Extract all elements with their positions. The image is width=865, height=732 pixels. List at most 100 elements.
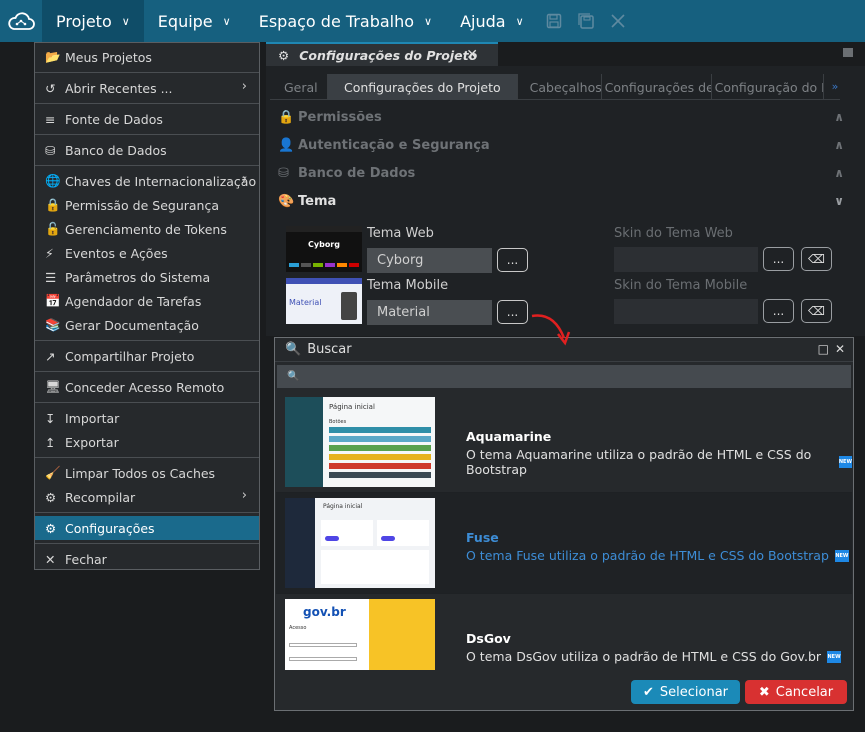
section-banco-de-dados[interactable]: ⛁ Banco de Dados ∧	[278, 162, 844, 184]
menu-item-parametros-sistema[interactable]: ☰ Parâmetros do Sistema	[35, 265, 259, 289]
search-icon: 🔍	[287, 371, 300, 382]
menu-item-permissao-seguranca[interactable]: 🔒 Permissão de Segurança	[35, 193, 259, 217]
import-icon: ↧	[45, 410, 56, 426]
share-icon: ↗	[45, 348, 56, 364]
menu-item-compartilhar-projeto[interactable]: ↗ Compartilhar Projeto	[35, 344, 259, 368]
aquamarine-thumbnail: Página inicial Botões	[285, 397, 435, 487]
skin-mobile-label: Skin do Tema Mobile	[614, 278, 748, 293]
skin-mobile-clear-eraser-icon[interactable]: ⌫	[801, 299, 832, 323]
panel-menu-icon[interactable]	[843, 48, 853, 57]
chevron-down-icon: ∨	[424, 14, 433, 28]
chevron-down-icon: ∨	[121, 14, 130, 28]
gear-icon: ⚙	[278, 47, 290, 63]
tema-mobile-browse-button[interactable]: ...	[497, 300, 528, 324]
database-icon: ⛁	[278, 165, 289, 181]
new-badge-icon: NEW	[838, 456, 852, 468]
menu-item-chaves-internacionalizacao[interactable]: 🌐 Chaves de Internacionalização ›	[35, 169, 259, 193]
theme-list: Página inicial Botões Aquamarine O tema …	[276, 392, 852, 670]
section-permissoes[interactable]: 🔒 Permissões ∧	[278, 106, 844, 128]
save-all-icon[interactable]	[570, 0, 602, 42]
menu-item-fechar[interactable]: ✕ Fechar	[35, 547, 259, 571]
tema-web-browse-button[interactable]: ...	[497, 248, 528, 272]
translate-icon: 🌐	[45, 173, 61, 188]
fuse-thumbnail: Página inicial	[285, 498, 435, 588]
search-icon: 🔍	[285, 342, 302, 357]
tabs-more-icon[interactable]: »	[824, 74, 839, 99]
menu-item-meus-projetos[interactable]: 📂 Meus Projetos	[35, 45, 259, 69]
menu-item-importar[interactable]: ↧ Importar	[35, 406, 259, 430]
menu-item-exportar[interactable]: ↥ Exportar	[35, 430, 259, 454]
menu-item-banco-de-dados[interactable]: ⛁ Banco de Dados	[35, 138, 259, 162]
dsgov-desc: O tema DsGov utiliza o padrão de HTML e …	[466, 649, 842, 664]
menu-item-configuracoes[interactable]: ⚙ Configurações	[35, 516, 259, 540]
close-icon[interactable]	[602, 0, 634, 42]
tab-configuracoes-de[interactable]: Configurações de ...	[602, 74, 712, 100]
tab-configuracao-do-p[interactable]: Configuração do P...	[712, 74, 824, 100]
menu-item-fonte-de-dados[interactable]: ≡ Fonte de Dados	[35, 107, 259, 131]
chevron-down-icon: ∨	[222, 14, 231, 28]
list-item-aquamarine[interactable]: Página inicial Botões Aquamarine O tema …	[276, 392, 852, 493]
chevron-down-icon: ∨	[834, 194, 844, 208]
broom-icon: 🧹	[45, 465, 61, 480]
menu-item-recompilar[interactable]: ⚙ Recompilar ›	[35, 485, 259, 509]
close-modal-icon[interactable]: ✕	[835, 342, 845, 356]
list-item-fuse[interactable]: Página inicial Fuse O tema Fuse utiliza …	[276, 493, 852, 594]
menu-item-gerar-documentacao[interactable]: 📚 Gerar Documentação	[35, 313, 259, 337]
data-source-icon: ≡	[45, 111, 56, 127]
cyborg-theme-thumbnail: Cyborg	[286, 226, 362, 272]
tema-mobile-field[interactable]: Material	[367, 300, 492, 325]
section-tema[interactable]: 🎨 Tema ∨	[278, 190, 844, 212]
calendar-icon: 📅	[45, 293, 61, 308]
list-item-dsgov[interactable]: gov.br Acesso DsGov O tema DsGov utiliza…	[276, 594, 852, 670]
cancelar-button[interactable]: ✖ Cancelar	[745, 680, 847, 704]
skin-mobile-browse-button[interactable]: ...	[763, 299, 794, 323]
chevron-right-icon: ›	[241, 488, 247, 503]
menu-item-eventos-acoes[interactable]: ⚡ Eventos e Ações	[35, 241, 259, 265]
lock-icon: 🔒	[278, 109, 295, 125]
menu-item-agendador-tarefas[interactable]: 📅 Agendador de Tarefas	[35, 289, 259, 313]
fuse-desc: O tema Fuse utiliza o padrão de HTML e C…	[466, 548, 849, 563]
new-badge-icon: NEW	[827, 650, 842, 663]
skin-web-browse-button[interactable]: ...	[763, 247, 794, 271]
tab-geral[interactable]: Geral	[270, 74, 328, 100]
gear-icon: ⚙	[45, 520, 57, 536]
aquamarine-desc: O tema Aquamarine utiliza o padrão de HT…	[466, 447, 852, 477]
material-theme-thumbnail: Material	[286, 278, 362, 324]
folder-open-icon: 📂	[45, 49, 61, 64]
maximize-icon[interactable]: □	[818, 342, 829, 356]
tema-web-label: Tema Web	[367, 226, 434, 241]
tab-configuracoes-do-projeto[interactable]: Configurações do Projeto	[328, 74, 518, 100]
tab-cabecalhos[interactable]: Cabeçalhos	[518, 74, 602, 100]
history-icon: ↺	[45, 80, 56, 96]
document-tab-configuracoes[interactable]: ⚙ Configurações do Projeto ✕	[266, 42, 498, 66]
close-tab-icon[interactable]: ✕	[466, 47, 478, 63]
lock-icon: 🔒	[45, 197, 61, 212]
modal-search-input[interactable]: 🔍	[277, 365, 851, 388]
skin-web-field[interactable]	[614, 247, 758, 272]
menu-item-limpar-caches[interactable]: 🧹 Limpar Todos os Caches	[35, 461, 259, 485]
menu-espaco-de-trabalho[interactable]: Espaço de Trabalho ∨	[245, 0, 446, 42]
chevron-up-icon: ∧	[834, 138, 844, 152]
projeto-dropdown-menu: 📂 Meus Projetos ↺ Abrir Recentes ... › ≡ Fon…	[34, 42, 260, 570]
skin-web-clear-eraser-icon[interactable]: ⌫	[801, 247, 832, 271]
palette-icon: 🎨	[278, 193, 295, 209]
buscar-modal: 🔍 Buscar □ ✕ 🔍 Página inicial Botões Aqu…	[274, 337, 854, 711]
skin-mobile-field[interactable]	[614, 299, 758, 324]
dsgov-thumbnail: gov.br Acesso	[285, 599, 435, 670]
section-autenticacao[interactable]: 👤 Autenticação e Segurança ∧	[278, 134, 844, 156]
menu-item-gerenciamento-tokens[interactable]: 🔓 Gerenciamento de Tokens	[35, 217, 259, 241]
settings-subtabs: Geral Configurações do Projeto Cabeçalho…	[270, 74, 840, 100]
menu-ajuda[interactable]: Ajuda ∨	[446, 0, 538, 42]
menu-equipe[interactable]: Equipe ∨	[144, 0, 245, 42]
menu-item-abrir-recentes[interactable]: ↺ Abrir Recentes ... ›	[35, 76, 259, 100]
annotation-arrow-icon	[531, 314, 571, 346]
selecionar-button[interactable]: ✔ Selecionar	[631, 680, 740, 704]
chevron-right-icon: ›	[241, 79, 247, 94]
tema-web-field[interactable]: Cyborg	[367, 248, 492, 273]
chevron-right-icon: ›	[241, 172, 247, 187]
new-badge-icon: NEW	[834, 549, 849, 562]
menu-projeto[interactable]: Projeto ∨	[42, 0, 144, 42]
save-icon[interactable]	[538, 0, 570, 42]
menu-item-conceder-acesso-remoto[interactable]: 🖥 Conceder Acesso Remoto	[35, 375, 259, 399]
cloud-logo-icon[interactable]	[0, 0, 42, 42]
